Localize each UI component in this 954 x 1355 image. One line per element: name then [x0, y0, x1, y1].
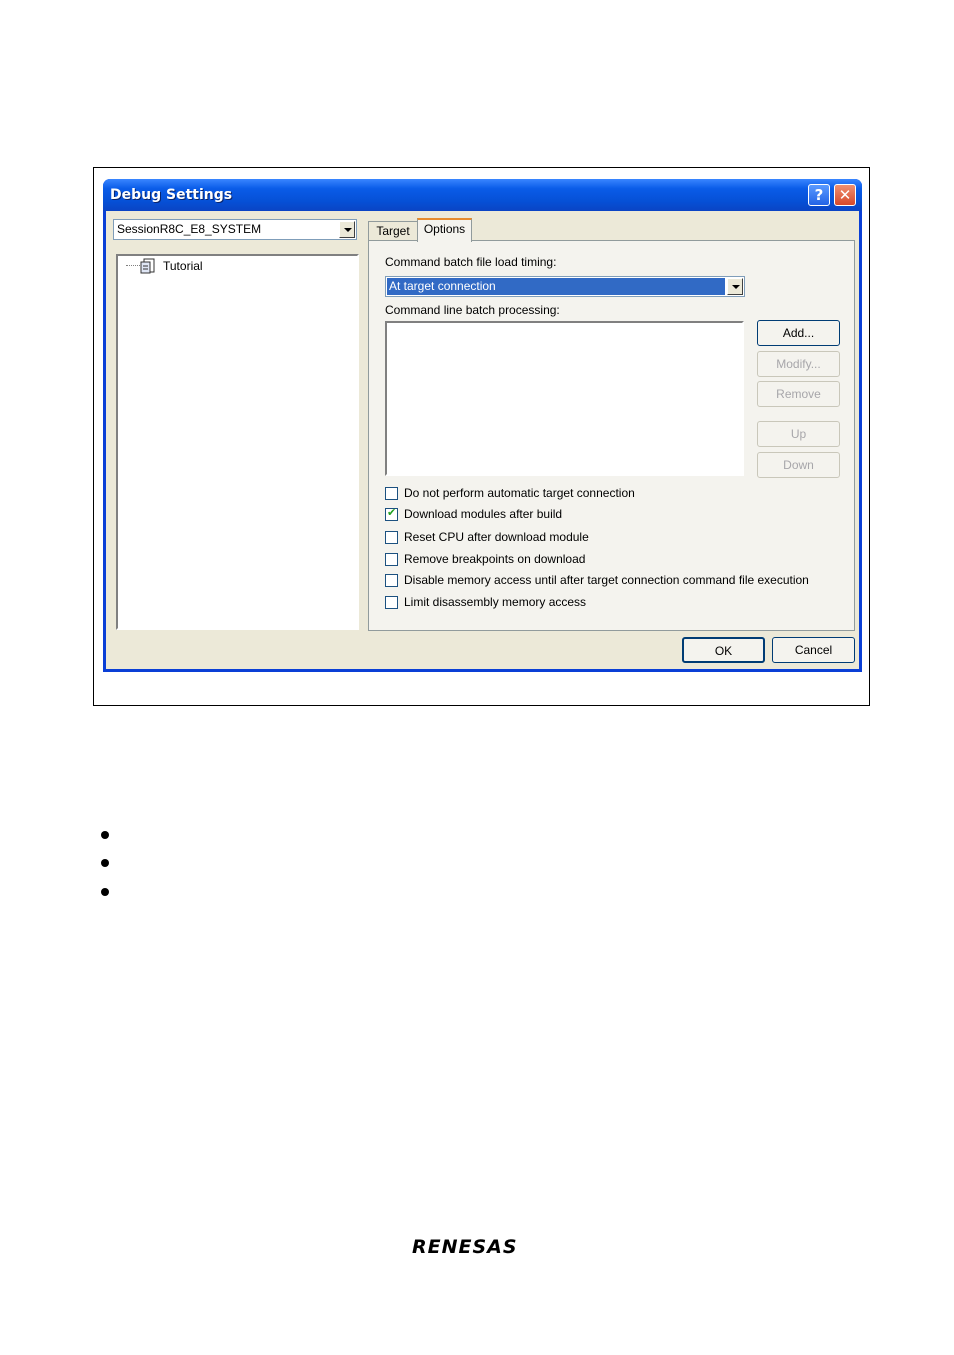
options-panel: Command batch file load timing: At targe… [368, 240, 855, 631]
session-select[interactable]: SessionR8C_E8_SYSTEM [113, 219, 357, 240]
batch-command-list[interactable] [385, 321, 744, 476]
checkbox-limit-disassembly[interactable] [385, 596, 398, 609]
help-icon[interactable]: ? [808, 184, 830, 206]
checkbox-disable-memory-access[interactable] [385, 574, 398, 587]
dialog-title: Debug Settings [110, 187, 233, 203]
batch-processing-label: Command line batch processing: [385, 303, 560, 317]
checkbox-label: Disable memory access until after target… [404, 573, 809, 587]
title-bar[interactable]: Debug Settings ? ✕ [103, 179, 862, 211]
batch-timing-label: Command batch file load timing: [385, 255, 557, 269]
down-button[interactable]: Down [757, 452, 840, 478]
tab-target[interactable]: Target [368, 221, 418, 242]
batch-timing-value: At target connection [387, 278, 725, 295]
bullet [101, 859, 109, 867]
tab-options[interactable]: Options [417, 218, 472, 242]
dialog-body: SessionR8C_E8_SYSTEM Tutorial Target Opt… [106, 211, 859, 669]
bullet [101, 831, 109, 839]
checkbox-no-auto-connect[interactable] [385, 487, 398, 500]
ok-button[interactable]: OK [682, 637, 765, 663]
file-icon [140, 258, 155, 274]
checkbox-reset-cpu[interactable] [385, 531, 398, 544]
debug-settings-dialog: Debug Settings ? ✕ SessionR8C_E8_SYSTEM … [103, 179, 862, 672]
session-value: SessionR8C_E8_SYSTEM [117, 222, 262, 236]
batch-timing-select[interactable]: At target connection [385, 276, 745, 297]
checkbox-label: Download modules after build [404, 507, 563, 521]
tree-item-tutorial[interactable]: Tutorial [163, 259, 203, 273]
close-icon[interactable]: ✕ [834, 184, 856, 206]
remove-button[interactable]: Remove [757, 381, 840, 407]
checkbox-label: Limit disassembly memory access [404, 595, 587, 609]
modify-button[interactable]: Modify... [757, 351, 840, 377]
session-tree[interactable]: Tutorial [116, 254, 359, 630]
bullet [101, 888, 109, 896]
checkbox-remove-breakpoints[interactable] [385, 553, 398, 566]
up-button[interactable]: Up [757, 421, 840, 447]
renesas-logo: RENESAS [412, 1236, 518, 1258]
cancel-button[interactable]: Cancel [772, 637, 855, 663]
checkbox-label: Reset CPU after download module [404, 530, 589, 544]
tree-line [126, 265, 140, 266]
chevron-down-icon[interactable] [339, 221, 355, 238]
checkbox-label: Do not perform automatic target connecti… [404, 486, 635, 500]
checkbox-label: Remove breakpoints on download [404, 552, 586, 566]
checkbox-download-after-build[interactable] [385, 506, 398, 521]
add-button[interactable]: Add... [757, 320, 840, 346]
chevron-down-icon[interactable] [727, 278, 743, 295]
